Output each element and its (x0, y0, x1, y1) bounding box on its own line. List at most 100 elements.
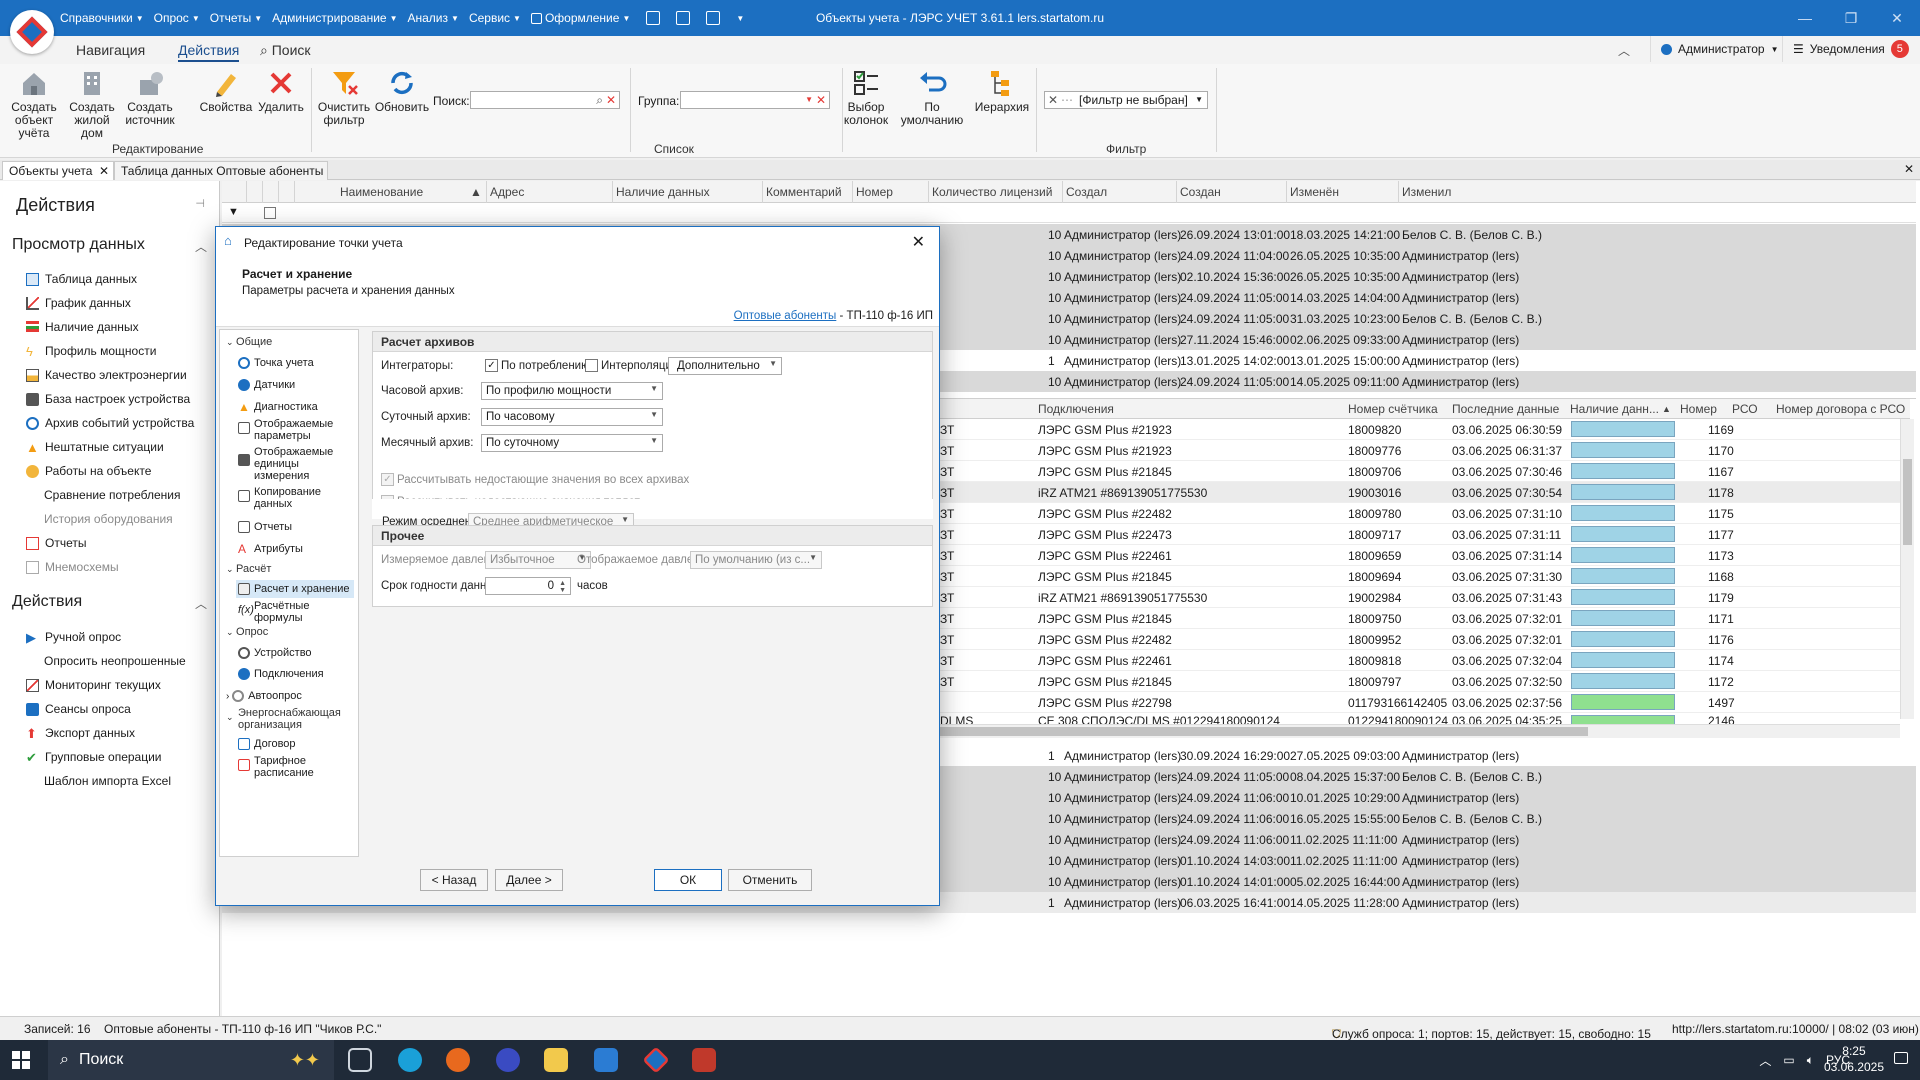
tree-item-display-params[interactable]: Отображаемые параметры (238, 418, 352, 442)
monthly-archive-select[interactable]: По суточному ▼ (481, 434, 663, 452)
clear-search-icon[interactable]: ✕ (606, 92, 616, 108)
detail-horizontal-scrollbar[interactable] (940, 724, 1900, 738)
tree-item-contract[interactable]: Договор (238, 738, 296, 751)
view-section-header[interactable]: Просмотр данных (12, 236, 145, 254)
list-item[interactable]: ЗТ ЛЭРС GSM Plus #21845 18009797 03.06.2025… (940, 671, 1900, 692)
maximize-icon[interactable]: ❐ (1828, 0, 1874, 36)
col-data-availability[interactable]: Наличие данных (616, 185, 710, 199)
default-button[interactable]: По умолчанию (894, 68, 970, 127)
col-connections[interactable]: Подключения (1038, 402, 1114, 416)
spinner-icon[interactable]: ▲ ▼ (559, 580, 566, 594)
close-icon[interactable]: ✕ (912, 232, 925, 252)
pin-icon[interactable]: ⊣ (195, 197, 205, 210)
col-rso[interactable]: РСО (1732, 402, 1758, 416)
list-item[interactable]: ЗТ ЛЭРС GSM Plus #21923 18009776 03.06.2025… (940, 440, 1900, 461)
quick-access-dropdown-icon[interactable]: ▼ (736, 14, 744, 23)
refresh-button[interactable]: Обновить (374, 68, 430, 114)
col-created-by[interactable]: Создал (1066, 185, 1107, 199)
collapse-view-icon[interactable]: ︿ (195, 238, 207, 255)
next-button[interactable]: Далее > (495, 869, 563, 891)
col-name[interactable]: Наименование (340, 185, 423, 199)
action-monitoring[interactable]: Мониторинг текущих (26, 678, 161, 692)
close-icon[interactable]: ✕ (1874, 0, 1920, 36)
tab-search[interactable]: ⌕ Поиск (260, 42, 311, 59)
tree-section-poll[interactable]: ⌄ Опрос (226, 626, 268, 638)
breadcrumb-link[interactable]: Оптовые абоненты (734, 310, 837, 322)
search-input[interactable]: ⌕ ✕ (470, 91, 620, 109)
view-item-quality[interactable]: Качество электроэнергии (26, 368, 187, 382)
collapse-ribbon-icon[interactable]: ︿ (1618, 42, 1630, 59)
list-item[interactable]: ЗТ ЛЭРС GSM Plus #22473 18009717 03.06.2025… (940, 524, 1900, 545)
tree-section-general[interactable]: ⌄ Общие (226, 336, 272, 348)
windows-start-icon[interactable] (12, 1051, 30, 1069)
tree-item-connections[interactable]: Подключения (238, 668, 324, 681)
list-item[interactable]: ЗТ ЛЭРС GSM Plus #21845 18009694 03.06.2025… (940, 566, 1900, 587)
tab-navigation[interactable]: Навигация (76, 42, 145, 58)
menu-analiz[interactable]: Анализ ▼ (408, 11, 459, 25)
action-export[interactable]: ⬆ Экспорт данных (26, 726, 135, 740)
file-explorer-icon[interactable] (544, 1048, 568, 1072)
yandex-browser-icon[interactable] (496, 1048, 520, 1072)
tree-section-calc[interactable]: ⌄ Расчёт (226, 563, 271, 575)
clear-filter-icon[interactable]: ✕ (1048, 92, 1058, 108)
col-modified[interactable]: Изменён (1290, 185, 1339, 199)
app-icon[interactable] (692, 1048, 716, 1072)
delete-button[interactable]: Удалить (253, 68, 309, 114)
action-poll-unpolled[interactable]: Опросить неопрошенные (44, 654, 186, 668)
task-view-icon[interactable] (348, 1048, 372, 1072)
list-item[interactable]: ЗТ ЛЭРС GSM Plus #21923 18009820 03.06.2025… (940, 419, 1900, 440)
view-item-availability[interactable]: Наличие данных (26, 320, 139, 334)
notifications-button[interactable]: ☰ Уведомления 5 (1782, 36, 1919, 62)
view-item-works[interactable]: Работы на объекте (26, 464, 151, 478)
firefox-icon[interactable] (446, 1048, 470, 1072)
cancel-button[interactable]: Отменить (728, 869, 812, 891)
action-sessions[interactable]: Сеансы опроса (26, 702, 131, 716)
col-contract-number[interactable]: Номер договора с РСО (1776, 402, 1905, 416)
interpolation-checkbox[interactable] (585, 359, 598, 372)
actions-section-header[interactable]: Действия (12, 593, 82, 611)
col-licenses[interactable]: Количество лицензий (932, 185, 1052, 199)
network-icon[interactable]: ▭ (1783, 1053, 1794, 1067)
col-inner-number[interactable]: Номер (1680, 402, 1717, 416)
hierarchy-button[interactable]: Иерархия (974, 68, 1030, 114)
view-item-event-archive[interactable]: Архив событий устройства (26, 416, 194, 430)
view-item-reports[interactable]: Отчеты (26, 536, 86, 550)
clock[interactable]: 8:25 03.06.2025 (1824, 1043, 1884, 1075)
action-excel-template[interactable]: Шаблон импорта Excel (44, 774, 171, 788)
col-address[interactable]: Адрес (490, 185, 524, 199)
tree-item-autopoll[interactable]: › Автоопрос (226, 690, 302, 703)
minimize-icon[interactable]: — (1782, 0, 1828, 36)
detail-vertical-scrollbar[interactable] (1900, 419, 1914, 719)
col-created[interactable]: Создан (1180, 185, 1221, 199)
menu-servis[interactable]: Сервис ▼ (469, 11, 521, 25)
filter-mode-icon[interactable] (264, 207, 276, 219)
tree-item-display-units[interactable]: Отображаемые единицы измерения (238, 446, 352, 482)
doc-tab-objects[interactable]: Объекты учета ✕ (2, 161, 114, 180)
filter-row[interactable]: ▼ (222, 203, 1916, 223)
list-item[interactable]: ЗТ ЛЭРС GSM Plus #22482 18009952 03.06.2025… (940, 629, 1900, 650)
tree-item-reports[interactable]: Отчеты (238, 521, 292, 534)
clear-filter-button[interactable]: Очистить фильтр (316, 68, 372, 127)
volume-icon[interactable]: 🔈︎ (1807, 1053, 1814, 1068)
close-all-tabs-icon[interactable]: ✕ (1904, 162, 1914, 176)
menu-spravochniki[interactable]: Справочники ▼ (60, 11, 144, 25)
lers-app-icon[interactable] (642, 1046, 670, 1074)
group-select[interactable]: ▼ ✕ (680, 91, 830, 109)
list-item[interactable]: ЗТ iRZ ATM21 #869139051775530 19002984 03.0… (940, 587, 1900, 608)
view-item-chart[interactable]: График данных (26, 296, 131, 310)
action-manual-poll[interactable]: ▶ Ручной опрос (26, 630, 121, 644)
action-group-ops[interactable]: ✔ Групповые операции (26, 750, 162, 764)
view-item-incidents[interactable]: ▲ Нештатные ситуации (26, 440, 164, 454)
col-number[interactable]: Номер (856, 185, 893, 199)
tab-actions[interactable]: Действия (178, 42, 240, 62)
shelf-life-stepper[interactable]: 0 ▲ ▼ (485, 577, 571, 595)
list-item[interactable]: ЗТ ЛЭРС GSM Plus #22482 18009780 03.06.2025… (940, 503, 1900, 524)
choose-columns-button[interactable]: Выбор колонок (838, 68, 894, 127)
menu-oformlenie[interactable]: Оформление ▼ (530, 11, 630, 25)
tree-item-formulas[interactable]: f(x) Расчётные формулы (238, 600, 352, 624)
taskbar-search[interactable]: ⌕ Поиск ✦✦ (48, 1040, 334, 1080)
create-house-button[interactable]: Создать жилой дом (64, 68, 120, 140)
create-object-button[interactable]: Создать объект учёта (6, 68, 62, 140)
view-item-compare[interactable]: Сравнение потребления (44, 488, 180, 502)
list-item[interactable]: ЗТ iRZ ATM21 #869139051775530 19003016 03.0… (940, 482, 1900, 503)
